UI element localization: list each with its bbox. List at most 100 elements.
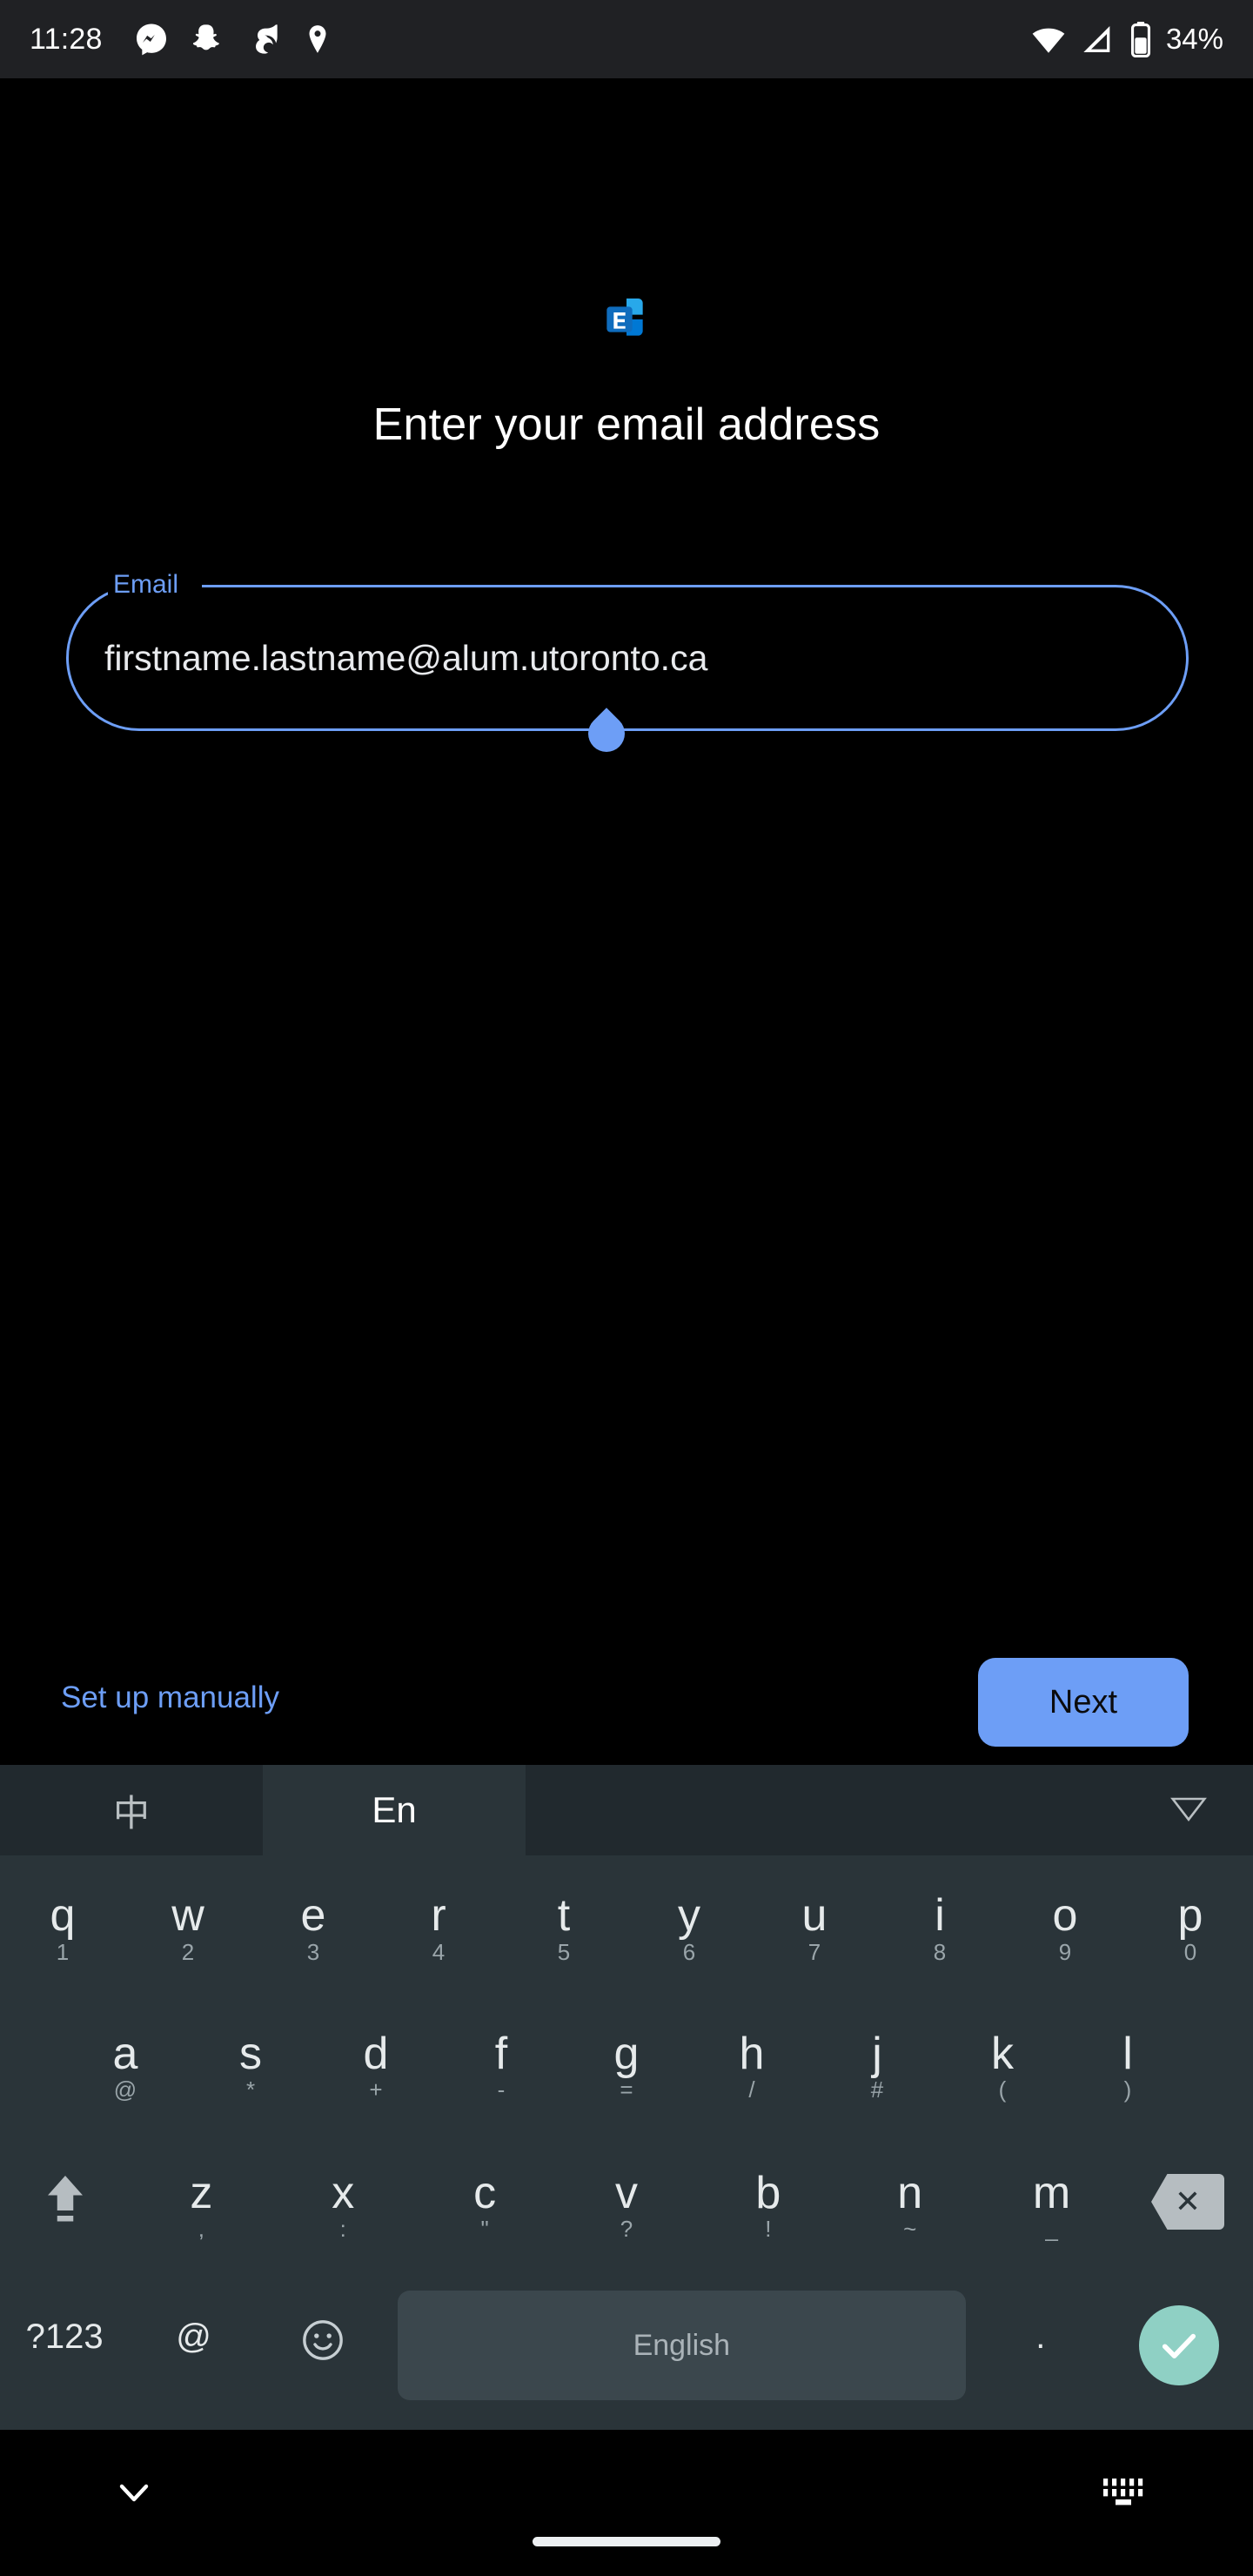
key-d[interactable]: d + [313,1993,439,2132]
key-label: l [1122,2029,1133,2079]
keyboard-switch-icon[interactable] [1100,2473,1149,2512]
key-k[interactable]: k( [940,1993,1065,2132]
key-s[interactable]: s * [188,1993,313,2132]
key-hint: 2 [181,1939,195,1965]
key-label: v [615,2168,638,2218]
key-j[interactable]: j # [814,1993,940,2132]
key-hint: @ [113,2076,137,2103]
emoji-key[interactable] [258,2271,387,2419]
key-label: s [239,2029,262,2079]
key-hint: ! [765,2216,772,2242]
key-label: c [473,2168,497,2218]
keyboard-toolbar-right [526,1765,1253,1855]
email-input[interactable]: firstname.lastname@alum.utoronto.ca [104,585,707,731]
emoji-icon [299,2317,346,2375]
key-x[interactable]: x: [272,2132,414,2271]
key-e[interactable]: e3 [251,1855,376,1993]
collapse-icon[interactable] [1169,1794,1208,1827]
symbols-key[interactable]: ?123 [0,2271,129,2419]
action-bar: Set up manually Next [0,1640,1253,1765]
key-y[interactable]: y6 [626,1855,752,1993]
key-label: f [494,2029,508,2079]
text-cursor-handle[interactable] [580,708,633,760]
key-z[interactable]: z, [131,2132,272,2271]
status-bar-clock: 11:28 [30,22,103,56]
key-hint: = [620,2076,633,2103]
at-key[interactable]: @ [129,2271,258,2419]
key-hint: " [480,2216,489,2242]
key-hint: 5 [557,1939,571,1965]
backspace-key[interactable]: ✕ [1122,2132,1253,2271]
key-g[interactable]: g = [564,1993,689,2132]
hide-keyboard-chevron-icon[interactable] [113,2472,155,2518]
key-o[interactable]: o9 [1002,1855,1128,1993]
email-field[interactable]: Email firstname.lastname@alum.utoronto.c… [66,565,1189,760]
key-hint: 8 [933,1939,947,1965]
key-c[interactable]: c " [414,2132,556,2271]
key-r[interactable]: r4 [376,1855,501,1993]
keyboard-row-3: z, x: c " v? b! n ~ m _ ✕ [0,2132,1253,2271]
battery-percentage: 34% [1165,23,1223,55]
key-n[interactable]: n ~ [839,2132,981,2271]
wifi-icon [1030,21,1067,57]
key-label: d [363,2029,389,2079]
language-tab-chinese[interactable]: 中 [0,1765,263,1855]
key-hint: 9 [1058,1939,1072,1965]
home-indicator[interactable] [533,2537,720,2546]
keyboard-row-2: a @ s * d + f- g = h / j # k( l) [0,1993,1253,2132]
key-hint: ~ [903,2216,917,2242]
key-label: b [755,2168,781,2218]
messenger-icon [134,22,169,57]
key-label: x [332,2168,355,2218]
key-l[interactable]: l) [1065,1993,1190,2132]
key-hint: # [870,2076,884,2103]
key-hint: / [748,2076,755,2103]
key-label: y [678,1890,700,1941]
app-icon [245,22,280,57]
key-label: g [613,2029,640,2079]
spacebar[interactable]: English [397,2291,966,2400]
key-q[interactable]: q1 [0,1855,125,1993]
key-p[interactable]: p0 [1128,1855,1253,1993]
key-a[interactable]: a @ [63,1993,188,2132]
key-hint: 6 [682,1939,696,1965]
key-label: m [1032,2168,1071,2218]
enter-key[interactable] [1105,2271,1253,2419]
key-label: ?123 [25,2317,104,2356]
key-hint: ) [1123,2076,1132,2103]
keyboard-language-toolbar: 中 En [0,1765,1253,1855]
key-label: @ [176,2317,211,2356]
page-title: Enter your email address [372,399,881,450]
key-hint: - [497,2076,506,2103]
status-bar-notification-icons [134,22,334,57]
key-label: k [991,2029,1014,2079]
key-u[interactable]: u7 [752,1855,877,1993]
key-w[interactable]: w2 [125,1855,251,1993]
key-v[interactable]: v? [556,2132,698,2271]
key-hint: + [369,2076,383,2103]
set-up-manually-link[interactable]: Set up manually [61,1680,279,1715]
period-key[interactable]: . [976,2271,1105,2419]
key-m[interactable]: m _ [981,2132,1122,2271]
next-button[interactable]: Next [978,1658,1189,1747]
key-i[interactable]: i8 [877,1855,1002,1993]
row2-right-pad [1190,1993,1253,2132]
key-label: r [431,1890,446,1941]
key-hint: _ [1045,2216,1058,2242]
key-label: o [1052,1890,1078,1941]
key-hint: * [245,2076,256,2103]
key-h[interactable]: h / [689,1993,814,2132]
language-tab-english[interactable]: En [263,1765,526,1855]
key-label: . [1035,2317,1046,2356]
battery-icon [1129,21,1152,58]
key-label: t [557,1890,571,1941]
key-label: j [872,2029,882,2079]
key-hint: : [339,2216,346,2242]
key-label: p [1177,1890,1203,1941]
key-f[interactable]: f- [439,1993,564,2132]
main-content: Enter your email address Email firstname… [0,78,1253,1765]
key-t[interactable]: t5 [501,1855,626,1993]
shift-key[interactable] [0,2132,131,2271]
key-b[interactable]: b! [697,2132,839,2271]
key-label: w [171,1890,204,1941]
